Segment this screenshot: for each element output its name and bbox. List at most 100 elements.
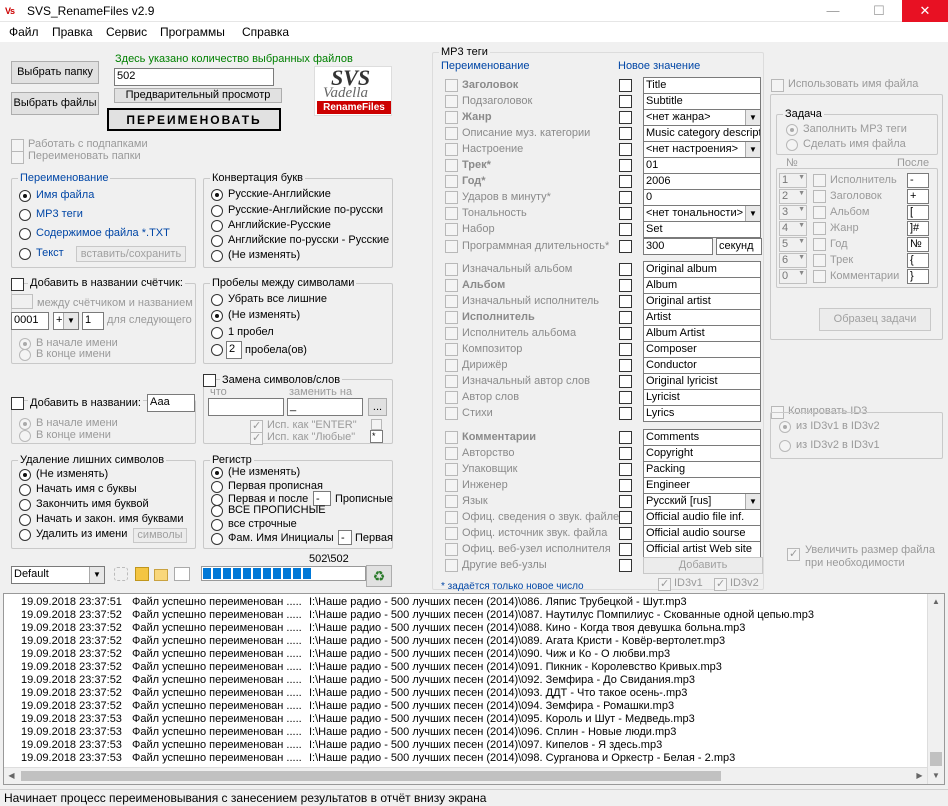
- mp3-rename-checkbox[interactable]: [445, 223, 458, 236]
- spaces-count-field[interactable]: 2: [226, 341, 242, 359]
- mp3-value-field[interactable]: Set: [643, 221, 761, 238]
- task-item-checkbox[interactable]: [813, 174, 826, 187]
- task-order-select[interactable]: 1 ▼: [779, 173, 807, 188]
- mp3-rename-checkbox[interactable]: [445, 207, 458, 220]
- mp3-rename-checkbox[interactable]: [445, 511, 458, 524]
- task-order-select[interactable]: 2 ▼: [779, 189, 807, 204]
- rename-by-text-radio[interactable]: [19, 248, 31, 260]
- replace-enter-icon[interactable]: [371, 419, 382, 430]
- mp3-value-field[interactable]: Engineer: [643, 477, 761, 494]
- task-order-select[interactable]: 3 ▼: [779, 205, 807, 220]
- menu-help[interactable]: Справка: [242, 25, 289, 39]
- rename-button[interactable]: ПЕРЕИМЕНОВАТЬ: [107, 108, 281, 131]
- remove-start-letter-radio[interactable]: [19, 484, 31, 496]
- add-name-checkbox[interactable]: [11, 397, 24, 410]
- mp3-new-value-checkbox[interactable]: [619, 175, 632, 188]
- replace-any-checkbox[interactable]: [250, 431, 263, 445]
- replace-more-button[interactable]: ...: [368, 398, 387, 416]
- close-button[interactable]: ✕: [902, 0, 948, 22]
- mp3-value-field[interactable]: Official artist Web site: [643, 541, 761, 558]
- task-item-checkbox[interactable]: [813, 206, 826, 219]
- mp3-new-value-checkbox[interactable]: [619, 511, 632, 524]
- sample-task-button[interactable]: Образец задачи: [819, 308, 931, 331]
- mp3-rename-checkbox[interactable]: [445, 559, 458, 572]
- duration-unit-field[interactable]: секунд: [716, 238, 762, 255]
- task-fill-radio[interactable]: [786, 124, 798, 136]
- id3v2-checkbox[interactable]: [714, 577, 727, 591]
- counter-checkbox[interactable]: [11, 278, 24, 291]
- case-first-upper-radio[interactable]: [211, 481, 223, 493]
- add-website-button[interactable]: Добавить: [643, 557, 763, 574]
- mp3-rename-checkbox[interactable]: [445, 127, 458, 140]
- task-order-select[interactable]: 6 ▼: [779, 253, 807, 268]
- mp3-rename-checkbox[interactable]: [445, 543, 458, 556]
- menu-service[interactable]: Сервис: [106, 25, 147, 39]
- mp3-new-value-checkbox[interactable]: [619, 295, 632, 308]
- folder-icon[interactable]: [154, 569, 168, 581]
- task-make-name-radio[interactable]: [786, 139, 798, 151]
- mp3-value-field[interactable]: Official audio file inf.: [643, 509, 761, 526]
- mp3-new-value-checkbox[interactable]: [619, 111, 632, 124]
- mp3-value-field[interactable]: 2006: [643, 173, 761, 190]
- mp3-new-value-checkbox[interactable]: [619, 375, 632, 388]
- mp3-new-value-checkbox[interactable]: [619, 240, 632, 253]
- mp3-new-value-checkbox[interactable]: [619, 407, 632, 420]
- case-all-upper-radio[interactable]: [211, 505, 223, 517]
- task-after-field[interactable]: [: [907, 205, 929, 220]
- task-after-field[interactable]: +: [907, 189, 929, 204]
- choose-files-button[interactable]: Выбрать файлы: [11, 92, 99, 115]
- mp3-value-field[interactable]: Album: [643, 277, 761, 294]
- log-vscrollbar[interactable]: ▲ ▼: [927, 594, 944, 784]
- mp3-rename-checkbox[interactable]: [445, 159, 458, 172]
- copy-v2-v1-radio[interactable]: [779, 440, 791, 452]
- mp3-value-field[interactable]: 0: [643, 189, 761, 206]
- convert-ru-en-radio[interactable]: [211, 189, 223, 201]
- mp3-new-value-checkbox[interactable]: [619, 463, 632, 476]
- mp3-value-field[interactable]: Music category descripti: [643, 125, 761, 142]
- mp3-value-field[interactable]: Lyrics: [643, 405, 761, 422]
- enlarge-checkbox[interactable]: [787, 547, 800, 561]
- mp3-rename-checkbox[interactable]: [445, 143, 458, 156]
- mp3-new-value-checkbox[interactable]: [619, 127, 632, 140]
- mp3-value-select[interactable]: <нет тональности> ▼: [643, 205, 761, 222]
- mp3-new-value-checkbox[interactable]: [619, 279, 632, 292]
- mp3-new-value-checkbox[interactable]: [619, 263, 632, 276]
- counter-step-field[interactable]: 1: [82, 312, 104, 330]
- remove-chars-radio[interactable]: [19, 529, 31, 541]
- spaces-none-radio[interactable]: [211, 310, 223, 322]
- mp3-new-value-checkbox[interactable]: [619, 343, 632, 356]
- counter-separator-field[interactable]: [11, 294, 33, 309]
- mp3-value-field[interactable]: Copyright: [643, 445, 761, 462]
- mp3-value-field[interactable]: Packing: [643, 461, 761, 478]
- choose-folder-button[interactable]: Выбрать папку: [11, 61, 99, 84]
- counter-end-pos-radio[interactable]: [19, 349, 31, 361]
- replace-what-field[interactable]: [208, 398, 284, 416]
- mp3-rename-checkbox[interactable]: [445, 495, 458, 508]
- mp3-new-value-checkbox[interactable]: [619, 543, 632, 556]
- mp3-rename-checkbox[interactable]: [445, 327, 458, 340]
- add-name-start-radio[interactable]: [19, 418, 31, 430]
- remove-end-letter-radio[interactable]: [19, 499, 31, 511]
- insert-save-button[interactable]: вставить/сохранить: [76, 246, 186, 262]
- mp3-rename-checkbox[interactable]: [445, 191, 458, 204]
- mp3-value-field[interactable]: Original artist: [643, 293, 761, 310]
- mp3-value-field[interactable]: Original album: [643, 261, 761, 278]
- rename-by-mp3-radio[interactable]: [19, 209, 31, 221]
- maximize-button[interactable]: ☐: [856, 0, 902, 22]
- mp3-new-value-checkbox[interactable]: [619, 559, 632, 572]
- task-item-checkbox[interactable]: [813, 254, 826, 267]
- mp3-rename-checkbox[interactable]: [445, 295, 458, 308]
- menu-programs[interactable]: Программы: [160, 25, 225, 39]
- mp3-value-field[interactable]: 300: [643, 238, 713, 255]
- mp3-rename-checkbox[interactable]: [445, 240, 458, 253]
- task-item-checkbox[interactable]: [813, 270, 826, 283]
- open-folder-icon[interactable]: [135, 567, 149, 581]
- task-order-select[interactable]: 4 ▼: [779, 221, 807, 236]
- refresh-icon[interactable]: [114, 567, 128, 581]
- mp3-new-value-checkbox[interactable]: [619, 159, 632, 172]
- menu-file[interactable]: Файл: [9, 25, 39, 39]
- replace-any-field[interactable]: *: [370, 430, 383, 443]
- mp3-rename-checkbox[interactable]: [445, 311, 458, 324]
- preview-button[interactable]: Предварительный просмотр: [114, 88, 282, 103]
- mp3-new-value-checkbox[interactable]: [619, 495, 632, 508]
